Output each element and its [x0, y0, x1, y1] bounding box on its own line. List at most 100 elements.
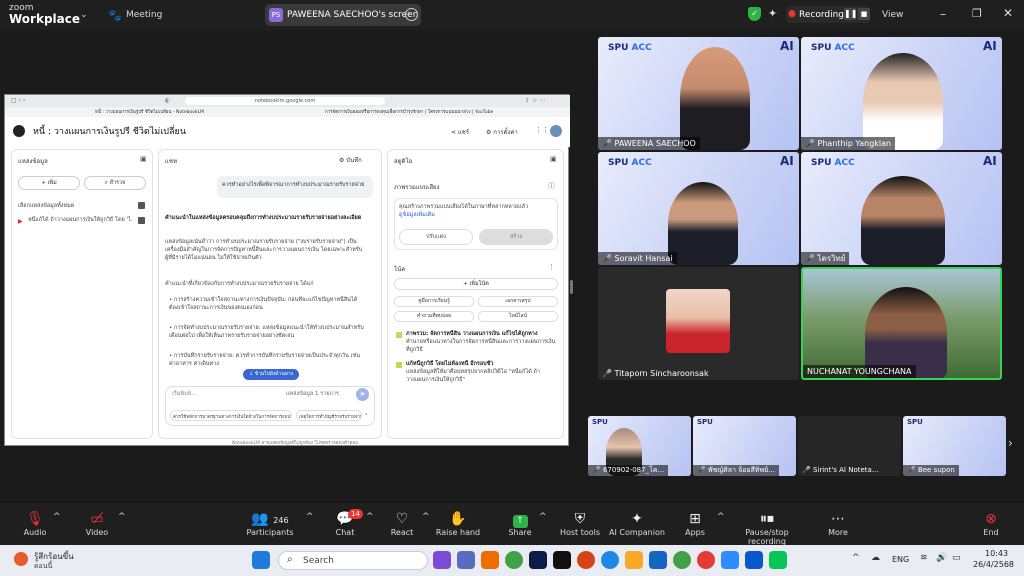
timeline-button[interactable]: ไทม์ไลน์: [478, 311, 558, 322]
browser-actions-icon[interactable]: ⇪ ☆ ⋯: [525, 97, 545, 104]
shield-icon[interactable]: ✓: [748, 7, 761, 21]
save-button[interactable]: ⚙ บันทึก: [339, 155, 362, 165]
tab-notebooklm[interactable]: หนี้ : วางแผนการเงินรูปรี ชีวิตไม่เปลี่ย…: [95, 108, 295, 115]
chevron-down-icon[interactable]: ⌄: [80, 10, 88, 20]
pause-recording-button[interactable]: ⏸⏹ Pause/stop recording: [727, 510, 807, 546]
meeting-label[interactable]: Meeting: [126, 10, 162, 20]
share-options-icon[interactable]: ^: [539, 512, 547, 522]
apps-button[interactable]: ⊞ Apps: [665, 510, 725, 537]
chat-input-box[interactable]: เริ่มพิมพ์... แหล่งข้อมูล 1 รายการ ➤ ควร…: [165, 386, 375, 426]
edge-icon[interactable]: [601, 551, 619, 569]
source-item[interactable]: หนี้แก้ได้ ถ้าวางแผนการเงินให้ถูกวิธี โด…: [28, 216, 132, 224]
host-tools-button[interactable]: ⛨ Host tools: [550, 510, 610, 537]
learn-more-link[interactable]: ดูข้อมูลเพิ่มเติม: [399, 211, 435, 219]
faq-button[interactable]: คำถามที่พบบ่อย: [394, 311, 474, 322]
participant-tile[interactable]: SPU ACC AI 🎤 Phanthip Yangklan: [801, 37, 1002, 150]
weather-icon[interactable]: [14, 552, 28, 566]
tab-youtube[interactable]: การจัดการเงินออมหรือการลงทุนเพื่อการบำรุ…: [325, 108, 540, 115]
audio-options-icon[interactable]: ^: [53, 512, 61, 522]
splitter-handle[interactable]: [570, 280, 573, 294]
wifi-icon[interactable]: ≋: [920, 553, 928, 563]
participants-options-icon[interactable]: ^: [306, 512, 314, 522]
close-icon[interactable]: ✕: [1003, 6, 1013, 20]
more-button[interactable]: ⋯ More: [808, 510, 868, 537]
suggestion-chip-1[interactable]: ควรใช้หลักการมาตรฐานทางการเงินใดบ้างในกา…: [170, 410, 292, 421]
briefing-doc-button[interactable]: เอกสารสรุป: [478, 296, 558, 307]
file-explorer-icon[interactable]: [625, 551, 643, 569]
language-indicator[interactable]: ENG: [892, 555, 909, 564]
chrome-icon[interactable]: [505, 551, 523, 569]
clock-date[interactable]: 26/4/2568: [973, 560, 1014, 569]
ai-companion-button[interactable]: ✦ AI Companion: [607, 510, 667, 537]
raise-hand-button[interactable]: ✋ Raise hand: [428, 510, 488, 537]
explore-button[interactable]: ⌕ สำรวจ: [84, 176, 146, 190]
settings-button[interactable]: ⚙ การตั้งค่า: [486, 127, 518, 137]
sidebar-toggle-icon[interactable]: ▣: [550, 155, 557, 163]
customize-button[interactable]: ปรับแต่ง: [399, 229, 473, 245]
volume-icon[interactable]: 🔊: [936, 553, 947, 563]
more-vert-icon[interactable]: ⋮: [548, 263, 555, 271]
office-icon[interactable]: [481, 551, 499, 569]
select-all-checkbox[interactable]: [138, 202, 145, 209]
participant-tile[interactable]: SPU ACC AI 🎤 PAWEENA SAECHOO: [598, 37, 799, 150]
line-icon[interactable]: [769, 551, 787, 569]
url-bar[interactable]: notebooklm.google.com: [185, 97, 385, 105]
copilot-icon[interactable]: [433, 551, 451, 569]
chevron-right-icon[interactable]: ›: [1008, 436, 1013, 450]
note-title[interactable]: ภาพรวม: จัดการหนี้สิน วางแผนการเงิน แก้ไ…: [406, 330, 556, 338]
chrome-alt-icon[interactable]: [673, 551, 691, 569]
end-button[interactable]: ⊗ End: [961, 510, 1021, 537]
generate-button[interactable]: สร้าง: [479, 229, 553, 245]
filmstrip-tile[interactable]: SPU 🎤 พัชญ์ศิลา จ้อยสีทิพย์...: [693, 416, 796, 476]
restore-icon[interactable]: ❐: [972, 7, 982, 20]
start-icon[interactable]: [252, 551, 270, 569]
recording-indicator[interactable]: ● Recording... ❚❚ ■: [786, 6, 870, 23]
participants-button[interactable]: 👥 246 Participants: [240, 510, 300, 537]
notebook-title[interactable]: หนี้ : วางแผนการเงินรูปรี ชีวิตไม่เปลี่ย…: [33, 124, 186, 138]
word-icon[interactable]: [745, 551, 763, 569]
participant-tile[interactable]: SPU ACC AI 🎤 ไตรวิทย์: [801, 152, 1002, 265]
chrome-profile-icon[interactable]: [577, 551, 595, 569]
sidebar-toggle-icon[interactable]: ▣: [140, 155, 147, 163]
photoshop-icon[interactable]: [529, 551, 547, 569]
share-button[interactable]: ⋖ แชร์: [451, 127, 469, 137]
chat-input-placeholder[interactable]: เริ่มพิมพ์...: [172, 390, 197, 398]
participant-tile[interactable]: SPU ACC AI 🎤 Soravit Hansai: [598, 152, 799, 265]
nav-buttons[interactable]: □ ‹ ›: [11, 97, 25, 104]
stop-icon[interactable]: ■: [858, 8, 870, 20]
study-guide-button[interactable]: คู่มือการเรียนรู้: [394, 296, 474, 307]
scroll-to-bottom-button[interactable]: ↓ ข้ามไปยังด้านล่าง: [243, 369, 299, 380]
pause-icon[interactable]: ❚❚: [844, 8, 857, 20]
chrome-red-icon[interactable]: [697, 551, 715, 569]
teams-icon[interactable]: [457, 551, 475, 569]
store-icon[interactable]: [649, 551, 667, 569]
participant-tile[interactable]: 🎤 Titaporn Sincharoonsak: [598, 267, 799, 380]
send-icon[interactable]: ➤: [356, 388, 369, 401]
view-button[interactable]: View: [882, 10, 903, 20]
note-title[interactable]: แก้หนี้ถูกวิธี โดยไม่ต้องหนี้ อีกรอบชั่ว: [406, 360, 556, 368]
battery-icon[interactable]: ▭: [952, 553, 961, 563]
apps-options-icon[interactable]: ^: [717, 512, 725, 522]
filmstrip-tile[interactable]: SPU 🎤 Bee supon: [903, 416, 1006, 476]
screen-share-pill[interactable]: PS PAWEENA SAECHOO's screen ···: [265, 4, 421, 26]
clock-time[interactable]: 10:43: [985, 549, 1008, 558]
suggestion-chip-2[interactable]: เหตุใดการทำบัญชีรายรับรายจ่าย?: [296, 410, 362, 421]
apps-grid-icon[interactable]: ⋮⋮: [535, 126, 549, 134]
filmstrip-tile[interactable]: SPU 🎤 670902-087_โค...: [588, 416, 691, 476]
participant-tile-active-speaker[interactable]: NUCHANAT YOUNGCHANA: [801, 267, 1002, 380]
search-box[interactable]: ⌕ Search: [278, 551, 428, 570]
info-icon[interactable]: ⓘ: [548, 181, 555, 191]
source-checkbox[interactable]: [138, 217, 145, 224]
tiktok-icon[interactable]: [553, 551, 571, 569]
more-icon[interactable]: ···: [405, 8, 418, 21]
filmstrip-tile[interactable]: 🎤 Sirint's AI Noteta...: [798, 416, 901, 476]
avatar[interactable]: [550, 125, 562, 137]
chevron-right-icon[interactable]: ›: [365, 411, 367, 418]
cloud-icon[interactable]: ☁: [871, 553, 880, 563]
zoom-icon[interactable]: [721, 551, 739, 569]
sparkle-icon[interactable]: ✦: [768, 7, 777, 20]
tray-chevron-icon[interactable]: ^: [852, 553, 860, 563]
video-options-icon[interactable]: ^: [118, 512, 126, 522]
minimize-icon[interactable]: –: [940, 7, 946, 21]
add-note-button[interactable]: + เพิ่มโน้ต: [394, 278, 558, 290]
